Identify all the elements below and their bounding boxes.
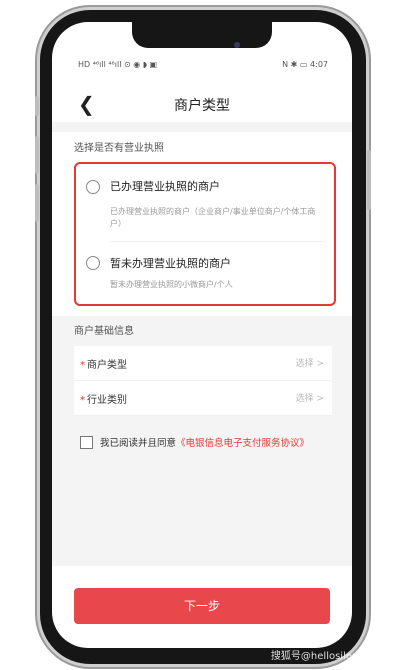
merchant-type-select[interactable]: 选择 >	[296, 356, 324, 369]
license-options-card: 已办理营业执照的商户 已办理营业执照的商户（企业商户/事业单位商户/个体工商户）…	[74, 162, 336, 306]
divider	[110, 241, 324, 242]
status-bar: HD ⁴⁶ıll ⁴⁶ıll ⊙ ◉ ◗ ▣ N ✱ ▭ 4:07	[78, 60, 328, 74]
radio-unlicensed[interactable]	[86, 256, 100, 270]
industry-label: 行业类别	[87, 395, 127, 406]
required-star: *	[80, 360, 85, 371]
page-title: 商户类型	[174, 98, 230, 114]
radio-licensed[interactable]	[86, 180, 100, 194]
divider-band	[52, 122, 352, 132]
merchant-type-row[interactable]: * 商户类型 选择 >	[74, 346, 332, 381]
phone-side-button	[35, 96, 39, 116]
option-unlicensed-desc: 暂未办理营业执照的小微商户/个人	[110, 280, 233, 289]
license-section-heading: 选择是否有营业执照	[74, 143, 164, 154]
option-unlicensed-title: 暂未办理营业执照的商户	[110, 257, 231, 270]
merchant-type-label-wrap: * 商户类型	[80, 356, 127, 371]
basic-section-heading: 商户基础信息	[74, 326, 134, 337]
option-licensed-desc: 已办理营业执照的商户（企业商户/事业单位商户/个体工商户）	[110, 207, 316, 228]
watermark: 搜狐号@hellosilence	[270, 651, 370, 662]
agreement-link[interactable]: 《电银信息电子支付服务协议》	[176, 438, 309, 449]
option-licensed[interactable]: 已办理营业执照的商户 已办理营业执照的商户（企业商户/事业单位商户/个体工商户）	[76, 172, 334, 232]
status-left: HD ⁴⁶ıll ⁴⁶ıll ⊙ ◉ ◗ ▣	[78, 60, 158, 69]
option-unlicensed[interactable]: 暂未办理营业执照的商户 暂未办理营业执照的小微商户/个人	[76, 250, 334, 298]
nav-bar: ❮ 商户类型	[52, 84, 352, 124]
phone-power-button	[367, 150, 371, 210]
phone-side-button	[35, 184, 39, 222]
agreement-text: 我已阅读并且同意	[100, 438, 177, 449]
phone-side-button	[35, 136, 39, 174]
status-right: N ✱ ▭ 4:07	[282, 60, 328, 69]
agreement-checkbox[interactable]	[80, 436, 93, 449]
option-licensed-title: 已办理营业执照的商户	[110, 180, 220, 193]
agreement-text-wrap: 我已阅读并且同意《电银信息电子支付服务协议》	[100, 435, 309, 449]
camera-dot	[234, 42, 240, 48]
next-button[interactable]: 下一步	[74, 588, 330, 624]
industry-label-wrap: * 行业类别	[80, 391, 127, 406]
required-star: *	[80, 395, 85, 406]
industry-select[interactable]: 选择 >	[296, 391, 324, 404]
agreement-row: 我已阅读并且同意《电银信息电子支付服务协议》	[80, 435, 340, 451]
industry-row[interactable]: * 行业类别 选择 >	[74, 381, 332, 416]
phone-notch	[132, 22, 272, 48]
merchant-type-label: 商户类型	[87, 360, 127, 371]
screen: HD ⁴⁶ıll ⁴⁶ıll ⊙ ◉ ◗ ▣ N ✱ ▭ 4:07 ❮ 商户类型…	[52, 22, 352, 648]
